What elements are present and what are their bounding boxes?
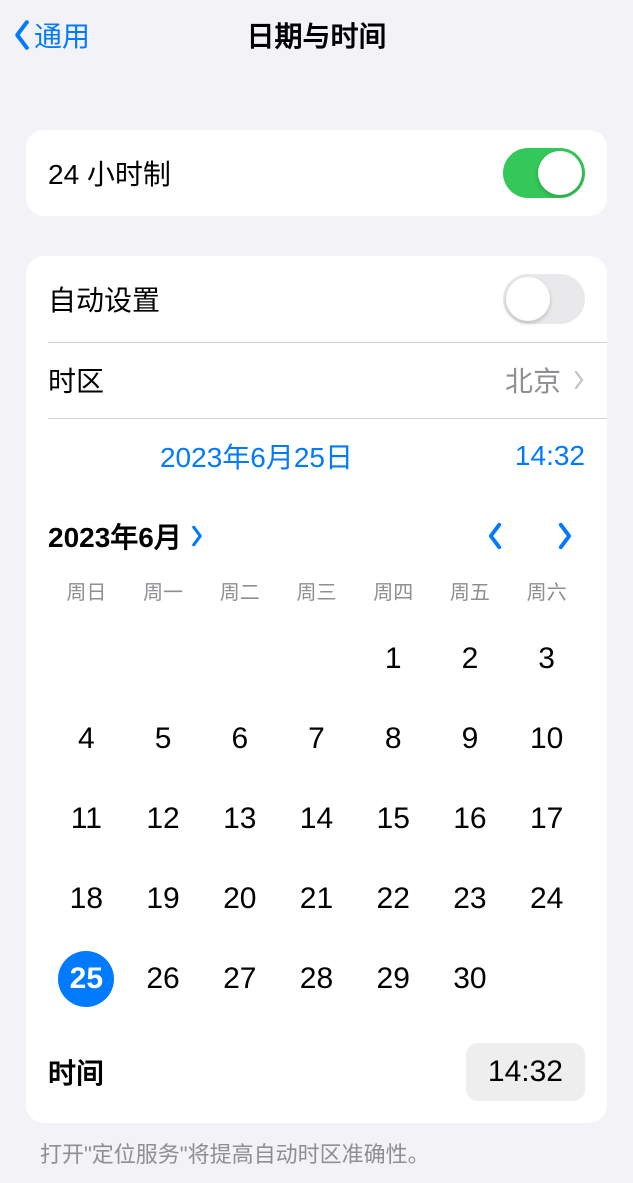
calendar-day[interactable]: 19	[125, 859, 202, 939]
next-month-button[interactable]	[545, 522, 585, 550]
calendar-day[interactable]: 20	[201, 859, 278, 939]
month-label: 2023年6月	[48, 516, 182, 556]
chevron-left-icon	[486, 522, 504, 550]
timezone-row[interactable]: 时区 北京	[26, 342, 607, 418]
calendar-day[interactable]: 15	[355, 779, 432, 859]
calendar-day[interactable]: 6	[201, 699, 278, 779]
back-button[interactable]: 通用	[0, 15, 90, 55]
current-time[interactable]: 14:32	[465, 440, 585, 472]
twenty-four-hour-label: 24 小时制	[48, 153, 503, 193]
calendar-day[interactable]: 17	[508, 779, 585, 859]
back-label: 通用	[34, 15, 90, 55]
calendar-day[interactable]: 24	[508, 859, 585, 939]
calendar-day[interactable]: 5	[125, 699, 202, 779]
month-picker-button[interactable]: 2023年6月	[48, 516, 204, 556]
weekday-label: 周五	[432, 576, 509, 619]
time-picker-button[interactable]: 14:32	[466, 1043, 585, 1101]
calendar-day[interactable]: 21	[278, 859, 355, 939]
calendar-day[interactable]: 26	[125, 939, 202, 1019]
auto-set-label: 自动设置	[48, 279, 503, 319]
chevron-right-icon	[556, 522, 574, 550]
calendar-day[interactable]: 14	[278, 779, 355, 859]
current-datetime-row: 2023年6月25日 14:32	[26, 418, 607, 494]
calendar-empty-cell	[278, 619, 355, 699]
calendar-day[interactable]: 28	[278, 939, 355, 1019]
calendar-day[interactable]: 30	[432, 939, 509, 1019]
calendar-day[interactable]: 11	[48, 779, 125, 859]
footer-hint: 打开"定位服务"将提高自动时区准确性。	[0, 1123, 633, 1169]
weekday-label: 周日	[48, 576, 125, 619]
calendar-day[interactable]: 29	[355, 939, 432, 1019]
calendar: 2023年6月 周日周一周二周三周四周五周六 12345678910111213…	[26, 494, 607, 1031]
weekday-label: 周一	[125, 576, 202, 619]
weekday-label: 周二	[201, 576, 278, 619]
twenty-four-hour-row: 24 小时制	[26, 130, 607, 216]
calendar-day[interactable]: 3	[508, 619, 585, 699]
current-date[interactable]: 2023年6月25日	[48, 436, 465, 476]
calendar-day[interactable]: 13	[201, 779, 278, 859]
prev-month-button[interactable]	[475, 522, 515, 550]
calendar-day[interactable]: 27	[201, 939, 278, 1019]
page-title: 日期与时间	[0, 15, 633, 55]
twenty-four-hour-toggle[interactable]	[503, 148, 585, 198]
calendar-day[interactable]: 25	[48, 939, 125, 1019]
calendar-day[interactable]: 2	[432, 619, 509, 699]
timezone-value: 北京	[505, 360, 561, 400]
calendar-day[interactable]: 7	[278, 699, 355, 779]
chevron-left-icon	[12, 19, 32, 51]
calendar-day[interactable]: 8	[355, 699, 432, 779]
calendar-day[interactable]: 4	[48, 699, 125, 779]
auto-set-row: 自动设置	[26, 256, 607, 342]
chevron-right-icon	[190, 525, 204, 547]
chevron-right-icon	[573, 370, 585, 390]
weekday-label: 周六	[508, 576, 585, 619]
calendar-empty-cell	[201, 619, 278, 699]
calendar-day[interactable]: 12	[125, 779, 202, 859]
auto-set-toggle[interactable]	[503, 274, 585, 324]
weekday-label: 周三	[278, 576, 355, 619]
calendar-day[interactable]: 22	[355, 859, 432, 939]
timezone-label: 时区	[48, 360, 505, 400]
calendar-day[interactable]: 23	[432, 859, 509, 939]
weekday-label: 周四	[355, 576, 432, 619]
calendar-day[interactable]: 18	[48, 859, 125, 939]
time-label: 时间	[48, 1052, 466, 1092]
calendar-day[interactable]: 16	[432, 779, 509, 859]
calendar-day[interactable]: 10	[508, 699, 585, 779]
calendar-day[interactable]: 9	[432, 699, 509, 779]
time-row: 时间 14:32	[26, 1031, 607, 1123]
calendar-empty-cell	[125, 619, 202, 699]
calendar-day[interactable]: 1	[355, 619, 432, 699]
calendar-empty-cell	[48, 619, 125, 699]
